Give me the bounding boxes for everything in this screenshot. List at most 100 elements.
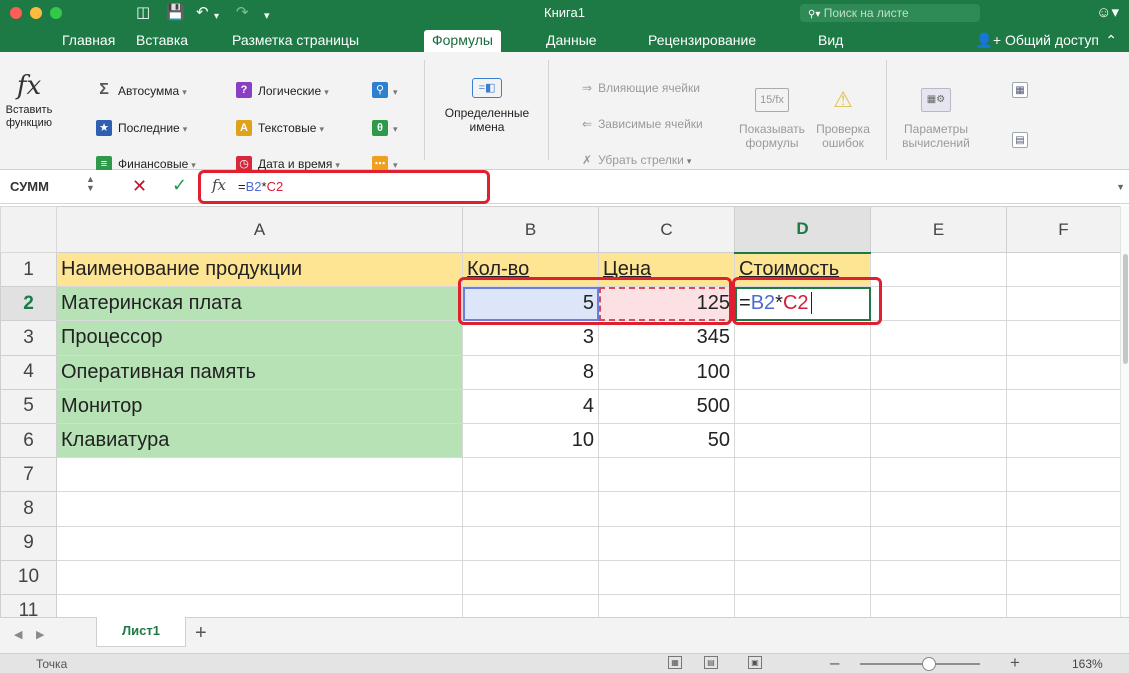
cell-b4[interactable]: 8 <box>462 354 599 390</box>
vertical-scrollbar[interactable] <box>1120 206 1129 617</box>
column-header-b[interactable]: B <box>462 206 599 253</box>
calc-options-button[interactable]: ▦⚙ Параметры вычислений <box>898 88 974 150</box>
cell-a10[interactable] <box>56 559 463 595</box>
tab-formulas[interactable]: Формулы <box>424 30 501 52</box>
cell-d2[interactable]: =B2*C2 <box>734 286 871 322</box>
cell-e6[interactable] <box>870 422 1007 459</box>
cell-c10[interactable] <box>598 559 735 595</box>
add-sheet-button[interactable]: + <box>195 622 207 645</box>
cell-d6[interactable] <box>734 422 871 459</box>
column-header-c[interactable]: C <box>598 206 735 253</box>
cell-c4[interactable]: 100 <box>598 354 735 390</box>
page-break-view-icon[interactable]: ▣ <box>748 656 762 669</box>
collapse-ribbon-icon[interactable]: ⌃ <box>1105 30 1117 50</box>
cell-f4[interactable] <box>1006 354 1121 390</box>
cell-c8[interactable] <box>598 491 735 527</box>
trace-dependents-button[interactable]: ⇐ Зависимые ячейки <box>582 116 703 132</box>
cell-f6[interactable] <box>1006 422 1121 459</box>
lookup-menu-icon[interactable]: ▾ <box>390 83 398 100</box>
cell-b7[interactable] <box>462 457 599 493</box>
tab-data[interactable]: Данные <box>538 30 605 52</box>
cell-a9[interactable] <box>56 525 463 561</box>
math-icon[interactable]: θ <box>372 120 388 136</box>
row-header[interactable]: 3 <box>0 320 57 356</box>
cell-a6[interactable]: Клавиатура <box>56 422 463 459</box>
autosum-button[interactable]: Автосумма ▾ <box>118 83 187 100</box>
cell-f3[interactable] <box>1006 320 1121 356</box>
sheet-tab-1[interactable]: Лист1 <box>96 617 186 647</box>
show-formulas-button[interactable]: 15/fx Показывать формулы <box>734 88 810 150</box>
cell-b10[interactable] <box>462 559 599 595</box>
calculator-icon[interactable]: ▦ <box>1012 82 1028 98</box>
calculate-sheet-icon[interactable]: ▤ <box>1012 132 1028 148</box>
cell-b3[interactable]: 3 <box>462 320 599 356</box>
row-header[interactable]: 4 <box>0 354 57 390</box>
cell-f8[interactable] <box>1006 491 1121 527</box>
cell-c9[interactable] <box>598 525 735 561</box>
name-box-stepper-icon[interactable]: ▲ ▼ <box>86 175 95 193</box>
cell-d3[interactable] <box>734 320 871 356</box>
cell-d5[interactable] <box>734 388 871 424</box>
row-header[interactable]: 5 <box>0 388 57 424</box>
cell-f7[interactable] <box>1006 457 1121 493</box>
cell-e3[interactable] <box>870 320 1007 356</box>
share-button[interactable]: 👤+ Общий доступ <box>975 30 1099 50</box>
remove-arrows-button[interactable]: ✗ Убрать стрелки ▾ <box>582 152 691 169</box>
row-header[interactable]: 10 <box>0 559 57 595</box>
cell-a2[interactable]: Материнская плата <box>56 286 463 322</box>
column-header-e[interactable]: E <box>870 206 1007 253</box>
expand-formula-bar-icon[interactable]: ▼ <box>1116 182 1125 192</box>
cell-c7[interactable] <box>598 457 735 493</box>
cell-a1[interactable]: Наименование продукции <box>56 251 463 288</box>
cell-e4[interactable] <box>870 354 1007 390</box>
cell-f1[interactable] <box>1006 251 1121 288</box>
row-header[interactable]: 9 <box>0 525 57 561</box>
row-header[interactable]: 1 <box>0 251 57 288</box>
zoom-out-button[interactable]: – <box>830 653 839 673</box>
zoom-slider[interactable] <box>860 663 980 665</box>
previous-sheet-icon[interactable]: ◀ <box>14 628 22 641</box>
scrollbar-thumb[interactable] <box>1123 254 1128 364</box>
cell-d9[interactable] <box>734 525 871 561</box>
cell-f2[interactable] <box>1006 286 1121 322</box>
tab-insert[interactable]: Вставка <box>128 30 196 52</box>
cell-c1[interactable]: Цена <box>598 251 735 288</box>
defined-names-button[interactable]: =◧ Определенные имена <box>432 78 542 134</box>
name-box[interactable]: СУММ <box>10 179 49 194</box>
tab-review[interactable]: Рецензирование <box>640 30 764 52</box>
zoom-level[interactable]: 163% <box>1072 657 1103 671</box>
cell-c6[interactable]: 50 <box>598 422 735 459</box>
text-button[interactable]: Текстовые ▾ <box>258 120 324 137</box>
cell-a8[interactable] <box>56 491 463 527</box>
cell-c2[interactable]: 125 <box>598 286 735 322</box>
cell-f9[interactable] <box>1006 525 1121 561</box>
column-header-d[interactable]: D <box>734 206 871 254</box>
lookup-icon[interactable]: ⚲ <box>372 82 388 98</box>
column-header-f[interactable]: F <box>1006 206 1121 253</box>
zoom-in-button[interactable]: + <box>1010 653 1020 673</box>
tab-page-layout[interactable]: Разметка страницы <box>224 30 367 52</box>
cell-a5[interactable]: Монитор <box>56 388 463 424</box>
formula-input[interactable]: =B2*C2 <box>238 179 283 194</box>
page-layout-view-icon[interactable]: ▤ <box>704 656 718 669</box>
zoom-slider-handle[interactable] <box>922 657 936 671</box>
select-all-corner[interactable] <box>0 206 57 253</box>
cancel-icon[interactable]: ✕ <box>132 176 147 197</box>
trace-precedents-button[interactable]: ⇒ Влияющие ячейки <box>582 80 700 96</box>
cell-e9[interactable] <box>870 525 1007 561</box>
search-box[interactable]: ⚲▾ Поиск на листе <box>800 4 980 22</box>
enter-icon[interactable]: ✓ <box>172 175 187 196</box>
cell-e1[interactable] <box>870 251 1007 288</box>
cell-b2[interactable]: 5 <box>462 286 599 322</box>
insert-function-button[interactable]: fx Вставить функцию <box>4 72 54 130</box>
cell-d10[interactable] <box>734 559 871 595</box>
cell-d8[interactable] <box>734 491 871 527</box>
cell-f10[interactable] <box>1006 559 1121 595</box>
row-header[interactable]: 6 <box>0 422 57 459</box>
recent-button[interactable]: Последние ▾ <box>118 120 187 137</box>
cell-d4[interactable] <box>734 354 871 390</box>
fx-icon[interactable]: fx <box>212 176 226 194</box>
cell-e7[interactable] <box>870 457 1007 493</box>
cell-b1[interactable]: Кол-во <box>462 251 599 288</box>
cell-e5[interactable] <box>870 388 1007 424</box>
